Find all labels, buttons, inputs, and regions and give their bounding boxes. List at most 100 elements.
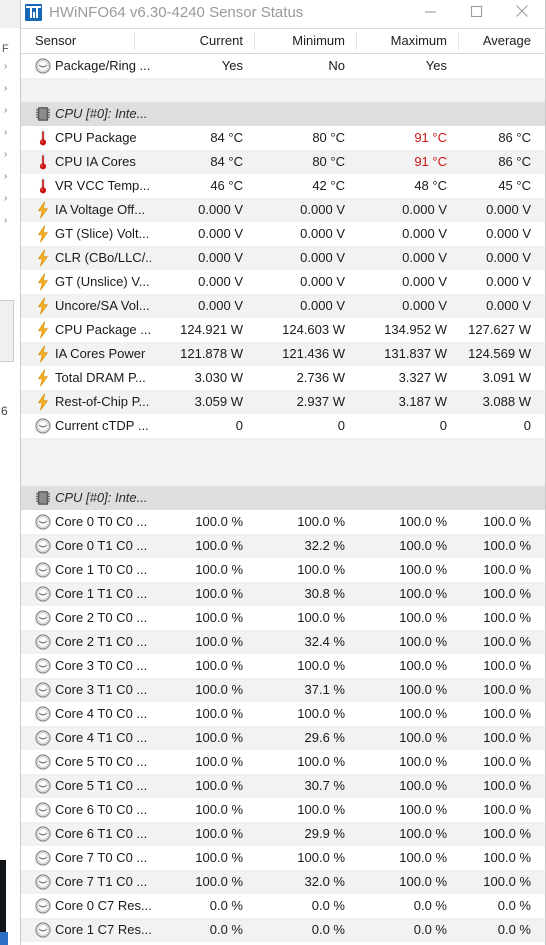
table-row[interactable]: CPU Package ... 124.921 W 124.603 W 134.952… — [21, 318, 545, 342]
sensor-value-current: 84 °C — [210, 130, 243, 145]
table-row[interactable]: Core 0 T0 C0 ... 100.0 % 100.0 % 100.0 % 100… — [21, 510, 545, 534]
sensor-value-average: 100.0 % — [483, 826, 531, 841]
table-row[interactable]: Core 1 T0 C0 ... 100.0 % 100.0 % 100.0 % 100… — [21, 558, 545, 582]
table-row[interactable]: GT (Slice) Volt... 0.000 V 0.000 V 0.000 V 0… — [21, 222, 545, 246]
maximize-button[interactable] — [453, 0, 499, 25]
table-row[interactable]: VR VCC Temp... 46 °C 42 °C 48 °C 45 °C — [21, 174, 545, 198]
sensor-value-average: 100.0 % — [483, 634, 531, 649]
sensor-value-average: 0.000 V — [486, 202, 531, 217]
sensor-value-average: 100.0 % — [483, 514, 531, 529]
column-header-minimum[interactable]: Minimum — [253, 29, 353, 53]
window-titlebar[interactable]: HWiNFO64 v6.30-4240 Sensor Status — [21, 0, 545, 29]
sensor-value-current: 3.030 W — [194, 370, 243, 385]
sensor-name: Core 6 T0 C0 ... — [55, 802, 148, 817]
sensor-name: IA Cores Power — [55, 346, 146, 361]
background-chevron-right-icon[interactable]: › — [4, 216, 7, 226]
table-row[interactable]: Core 7 T0 C0 ... 100.0 % 100.0 % 100.0 % 100… — [21, 846, 545, 870]
background-chevron-right-icon[interactable]: › — [4, 106, 7, 116]
sensor-value-minimum: 80 °C — [312, 130, 345, 145]
background-chevron-right-icon[interactable]: › — [4, 84, 7, 94]
table-row[interactable]: IA Voltage Off... 0.000 V 0.000 V 0.000 V 0.… — [21, 198, 545, 222]
table-row[interactable]: Core 5 T0 C0 ... 100.0 % 100.0 % 100.0 % 100… — [21, 750, 545, 774]
sensor-value-current: 100.0 % — [195, 634, 243, 649]
table-row[interactable]: Uncore/SA Vol... 0.000 V 0.000 V 0.000 V 0.0… — [21, 294, 545, 318]
table-row[interactable]: Core 5 T1 C0 ... 100.0 % 30.7 % 100.0 % 100.… — [21, 774, 545, 798]
sensor-value-current: 100.0 % — [195, 658, 243, 673]
background-window-titlebar — [0, 0, 20, 28]
table-row[interactable]: Core 4 T0 C0 ... 100.0 % 100.0 % 100.0 % 100… — [21, 702, 545, 726]
sensor-value-maximum: 3.327 W — [398, 370, 447, 385]
sensor-value-average: 100.0 % — [483, 706, 531, 721]
table-row[interactable]: GT (Unslice) V... 0.000 V 0.000 V 0.000 V 0.… — [21, 270, 545, 294]
sensor-group-header[interactable]: CPU [#0]: Inte... — [21, 102, 545, 126]
table-row[interactable]: Core 0 T1 C0 ... 100.0 % 32.2 % 100.0 % 100.… — [21, 534, 545, 558]
gauge-icon — [34, 873, 52, 891]
column-divider-2[interactable] — [356, 32, 357, 50]
table-row[interactable]: Core 6 T0 C0 ... 100.0 % 100.0 % 100.0 % 100… — [21, 798, 545, 822]
sensor-value-maximum: 0.000 V — [402, 298, 447, 313]
background-chevron-right-icon[interactable]: › — [4, 62, 7, 72]
sensor-value-minimum: 29.9 % — [304, 826, 345, 841]
table-row[interactable]: Rest-of-Chip P... 3.059 W 2.937 W 3.187 W 3.… — [21, 390, 545, 414]
sensor-group-header[interactable]: CPU [#0]: Inte... — [21, 486, 545, 510]
sensor-name: Core 2 T1 C0 ... — [55, 634, 148, 649]
sensor-name: Core 1 C7 Res... — [55, 922, 151, 937]
background-window-body — [0, 28, 20, 945]
sensor-value-average: 100.0 % — [483, 658, 531, 673]
background-chevron-right-icon[interactable]: › — [4, 128, 7, 138]
gauge-icon — [34, 585, 52, 603]
table-row[interactable]: Current cTDP ... 0 0 0 0 — [21, 414, 545, 438]
table-row[interactable]: Core 3 T1 C0 ... 100.0 % 37.1 % 100.0 % 100.… — [21, 678, 545, 702]
gauge-icon — [34, 513, 52, 531]
table-row[interactable]: IA Cores Power 121.878 W 121.436 W 131.837 … — [21, 342, 545, 366]
column-divider-1[interactable] — [254, 32, 255, 50]
sensor-name: Core 7 T0 C0 ... — [55, 850, 148, 865]
sensor-table-body: Package/Ring ... Yes No Yes CPU [#0]: Inte..… — [21, 54, 545, 945]
sensor-name: Core 5 T1 C0 ... — [55, 778, 148, 793]
sensor-value-current: 100.0 % — [195, 826, 243, 841]
sensor-value-current: 0.000 V — [198, 250, 243, 265]
column-header-maximum[interactable]: Maximum — [355, 29, 455, 53]
background-window-accent-bar — [0, 932, 8, 945]
table-row[interactable]: Core 7 T1 C0 ... 100.0 % 32.0 % 100.0 % 100.… — [21, 870, 545, 894]
sensor-value-maximum: 91 °C — [414, 154, 447, 169]
sensor-value-average: 100.0 % — [483, 538, 531, 553]
table-row[interactable]: CLR (CBo/LLC/... 0.000 V 0.000 V 0.000 V 0.0… — [21, 246, 545, 270]
column-header-current[interactable]: Current — [151, 29, 251, 53]
sensor-value-average: 124.569 W — [468, 346, 531, 361]
sensor-value-minimum: 0.0 % — [311, 922, 345, 937]
background-chevron-right-icon[interactable]: › — [4, 150, 7, 160]
sensor-value-current: 124.921 W — [180, 322, 243, 337]
table-row[interactable]: Total DRAM P... 3.030 W 2.736 W 3.327 W 3.09… — [21, 366, 545, 390]
table-row[interactable]: CPU IA Cores 84 °C 80 °C 91 °C 86 °C — [21, 150, 545, 174]
sensor-value-minimum: 100.0 % — [297, 754, 345, 769]
table-row[interactable]: Core 3 T0 C0 ... 100.0 % 100.0 % 100.0 % 100… — [21, 654, 545, 678]
column-header-average[interactable]: Average — [457, 29, 539, 53]
background-chevron-right-icon[interactable]: › — [4, 172, 7, 182]
sensor-value-maximum: 100.0 % — [399, 562, 447, 577]
gauge-icon — [34, 849, 52, 867]
table-row[interactable]: Core 2 T1 C0 ... 100.0 % 32.4 % 100.0 % 100.… — [21, 630, 545, 654]
minimize-button[interactable] — [407, 0, 453, 25]
table-row[interactable]: CPU Package 84 °C 80 °C 91 °C 86 °C — [21, 126, 545, 150]
table-row[interactable]: Core 4 T1 C0 ... 100.0 % 29.6 % 100.0 % 100.… — [21, 726, 545, 750]
background-window[interactable]: F 6 › › › › › › › › — [0, 0, 20, 945]
column-divider-3[interactable] — [458, 32, 459, 50]
column-divider-0[interactable] — [134, 32, 135, 50]
table-row[interactable]: Core 1 T1 C0 ... 100.0 % 30.8 % 100.0 % 100.… — [21, 582, 545, 606]
gauge-icon — [34, 729, 52, 747]
background-chevron-right-icon[interactable]: › — [4, 194, 7, 204]
table-row[interactable]: Core 6 T1 C0 ... 100.0 % 29.9 % 100.0 % 100.… — [21, 822, 545, 846]
table-row[interactable]: Package/Ring ... Yes No Yes — [21, 54, 545, 78]
sensor-value-minimum: 32.4 % — [304, 634, 345, 649]
table-column-header[interactable]: Sensor Current Minimum Maximum Average — [21, 29, 545, 54]
sensor-value-maximum: 100.0 % — [399, 706, 447, 721]
sensor-value-minimum: 29.6 % — [304, 730, 345, 745]
sensor-value-current: 100.0 % — [195, 730, 243, 745]
table-row[interactable]: Core 1 C7 Res... 0.0 % 0.0 % 0.0 % 0.0 % — [21, 918, 545, 942]
sensor-name: GT (Slice) Volt... — [55, 226, 150, 241]
table-row[interactable]: Core 0 C7 Res... 0.0 % 0.0 % 0.0 % 0.0 % — [21, 894, 545, 918]
sensor-name: Core 3 T1 C0 ... — [55, 682, 148, 697]
table-row[interactable]: Core 2 T0 C0 ... 100.0 % 100.0 % 100.0 % 100… — [21, 606, 545, 630]
close-button[interactable] — [499, 0, 545, 25]
